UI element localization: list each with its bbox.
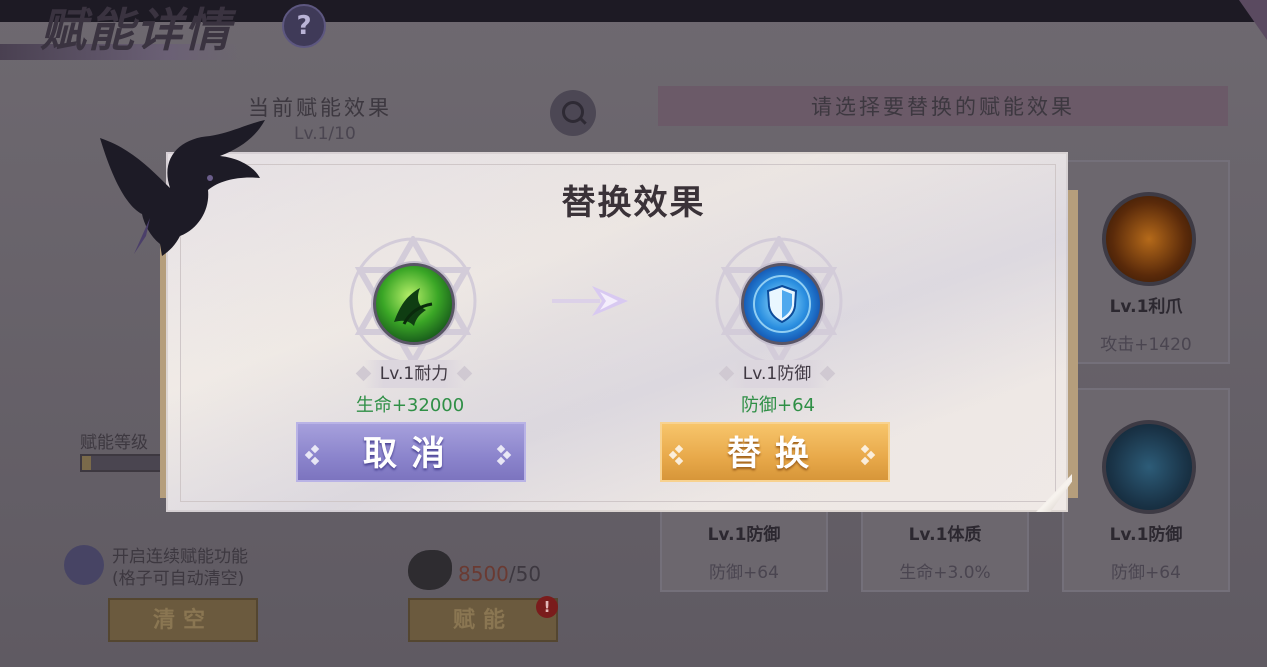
from-name-plate: Lv.1耐力 [352, 360, 476, 388]
replace-button[interactable]: 替换 [660, 422, 890, 482]
continuous-empower-toggle[interactable] [64, 545, 104, 585]
endurance-icon [373, 263, 455, 345]
dialog-title: 替换效果 [561, 183, 706, 223]
search-icon[interactable] [550, 90, 596, 136]
card-effect: 防御+64 [709, 563, 779, 583]
from-skill-name: Lv.1耐力 [379, 364, 449, 384]
material-cost: 8500/50 [458, 562, 542, 586]
card-name: Lv.1防御 [707, 525, 781, 545]
defense-shield-icon [741, 263, 823, 345]
alert-badge-icon: ! [536, 596, 558, 618]
to-name-plate: Lv.1防御 [715, 360, 839, 388]
help-icon[interactable]: ? [282, 4, 326, 48]
from-skill-effect: 生命+32000 [355, 395, 465, 416]
card-effect: 防御+64 [1111, 563, 1181, 583]
talent-card-4[interactable]: Lv.1防御 防御+64 [1062, 388, 1230, 592]
card-effect: 攻击+1420 [1100, 335, 1192, 355]
card-name: Lv.1防御 [1109, 525, 1183, 545]
card-name: Lv.1体质 [908, 525, 982, 545]
card-effect: 生命+3.0% [899, 563, 991, 583]
to-skill-name: Lv.1防御 [742, 364, 812, 384]
replace-select-header: 请选择要替换的赋能效果 [658, 86, 1228, 126]
to-skill-effect: 防御+64 [741, 395, 815, 416]
arrow-right-icon [552, 286, 628, 316]
card-name: Lv.1利爪 [1109, 297, 1183, 317]
shield-icon [1102, 420, 1196, 514]
replace-select-title: 请选择要替换的赋能效果 [811, 95, 1075, 119]
current-level: Lv.1/10 [294, 124, 356, 144]
material-icon [408, 550, 452, 590]
cancel-button[interactable]: 取消 [296, 422, 526, 482]
page-title: 赋能详情 [40, 3, 232, 57]
clear-button[interactable]: 清空 [108, 598, 258, 642]
level-label: 赋能等级 [80, 433, 148, 453]
continuous-empower-text: 开启连续赋能功能 (格子可自动清空) [112, 547, 248, 589]
